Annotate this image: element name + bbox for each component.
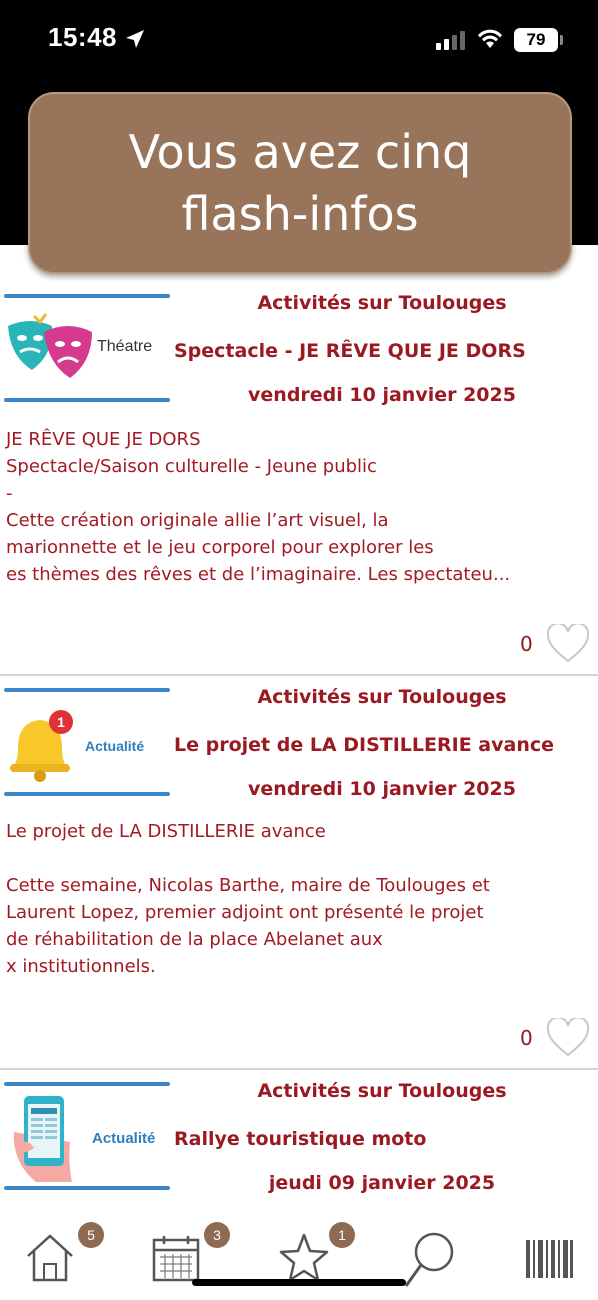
search-icon	[404, 1232, 454, 1287]
card-category: Activités sur Toulouges	[257, 1080, 507, 1102]
status-time: 15:48	[48, 22, 117, 52]
calendar-badge: 3	[204, 1222, 230, 1248]
news-card[interactable]: 1 Actualité Activités sur Toulouges Le p…	[0, 686, 598, 1070]
thumb-label: Théatre	[97, 338, 153, 355]
theatre-masks-icon	[8, 313, 92, 378]
card-body: Le projet de LA DISTILLERIE avance Cette…	[6, 821, 490, 977]
card-body: JE RÊVE QUE JE DORS Spectacle/Saison cul…	[6, 429, 511, 585]
bell-badge: 1	[57, 714, 65, 730]
bell-icon: 1	[10, 710, 73, 782]
card-title: Le projet de LA DISTILLERIE avance	[174, 734, 554, 756]
home-indicator	[192, 1279, 406, 1286]
news-card[interactable]: Théatre Activités sur Toulouges Spectacl…	[0, 292, 598, 676]
card-category: Activités sur Toulouges	[257, 686, 507, 708]
card-date: vendredi 10 janvier 2025	[248, 384, 516, 406]
card-date: jeudi 09 janvier 2025	[268, 1172, 496, 1194]
heart-icon[interactable]	[546, 624, 590, 664]
favorites-badge: 1	[329, 1222, 355, 1248]
news-thumbnail: 1 Actualité	[4, 688, 170, 798]
theatre-thumbnail: Théatre	[4, 294, 170, 404]
home-icon	[27, 1234, 73, 1282]
thumb-line-top	[4, 688, 170, 692]
card-date: vendredi 10 janvier 2025	[248, 778, 516, 800]
cellular-signal-icon	[436, 31, 465, 50]
tab-favorites[interactable]	[278, 1232, 332, 1286]
flash-info-banner[interactable]: Vous avez cinq flash-infos	[28, 92, 572, 274]
tab-search[interactable]	[402, 1230, 458, 1290]
thumb-line-bottom	[4, 398, 170, 402]
card-title: Rallye touristique moto	[174, 1128, 427, 1150]
calendar-icon	[152, 1236, 200, 1282]
heart-icon[interactable]	[546, 1018, 590, 1058]
wifi-icon	[478, 29, 502, 48]
thumb-line-bottom	[4, 792, 170, 796]
thumb-label: Actualité	[85, 738, 145, 754]
thumb-line-top	[4, 294, 170, 298]
card-title: Spectacle - JE RÊVE QUE JE DORS	[174, 340, 526, 362]
home-badge: 5	[78, 1222, 104, 1248]
tab-home[interactable]	[24, 1232, 84, 1284]
news-card[interactable]: Actualité Activités sur Toulouges Rallye…	[0, 1080, 598, 1216]
bottom-tab-bar: 5 3 1	[0, 1216, 598, 1300]
banner-title: Vous avez cinq flash-infos	[128, 125, 472, 241]
like-count: 0	[520, 1026, 533, 1050]
location-arrow-icon	[126, 30, 144, 48]
news-thumbnail: Actualité	[4, 1082, 170, 1192]
thumb-line-bottom	[4, 1186, 170, 1190]
card-category: Activités sur Toulouges	[257, 292, 507, 314]
like-count: 0	[520, 632, 533, 656]
thumb-label: Actualité	[92, 1130, 156, 1147]
battery-cap	[560, 35, 563, 45]
phone-news-icon	[13, 1096, 73, 1182]
thumb-line-top	[4, 1082, 170, 1086]
tab-barcode[interactable]	[526, 1240, 574, 1278]
barcode-icon	[526, 1240, 573, 1278]
tab-calendar[interactable]	[152, 1234, 202, 1284]
star-icon	[279, 1233, 329, 1282]
battery-level: 79	[514, 28, 558, 52]
